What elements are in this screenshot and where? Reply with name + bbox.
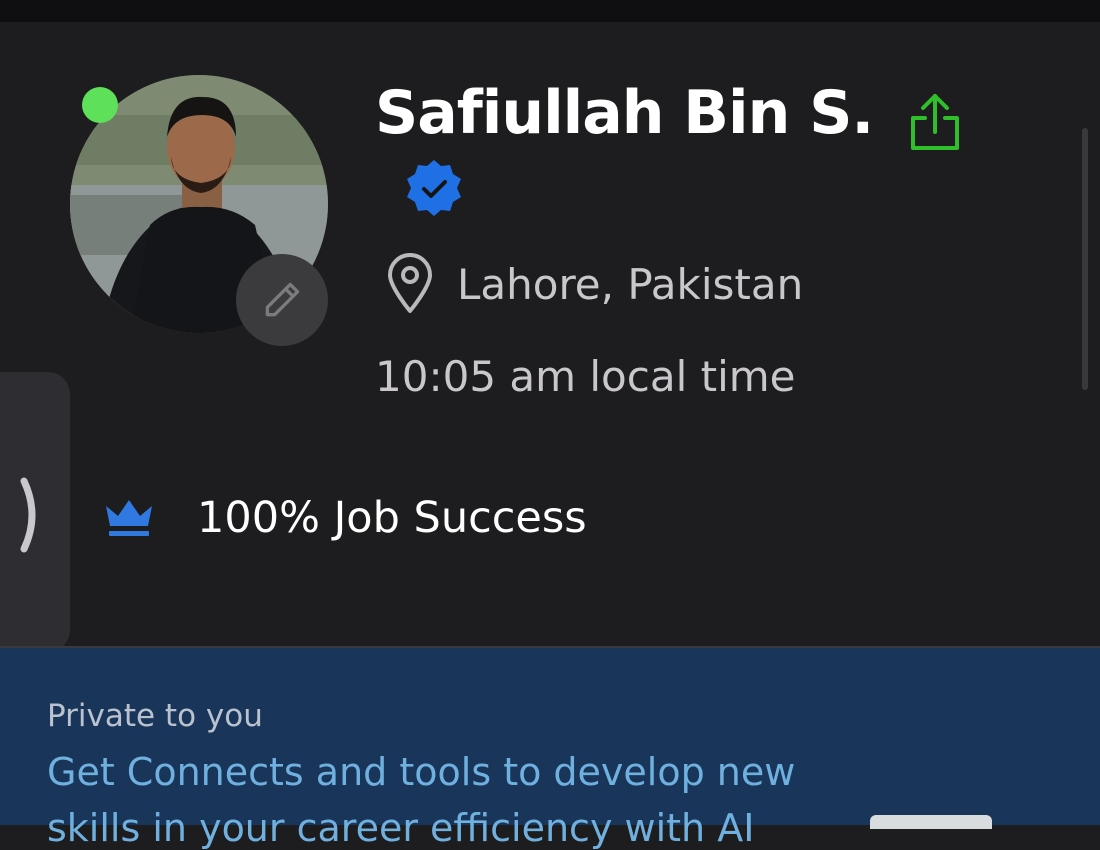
online-status-indicator <box>78 84 118 123</box>
pencil-icon <box>265 282 300 317</box>
share-button[interactable] <box>903 92 967 156</box>
top-strip <box>0 0 1100 22</box>
chevron-right-icon <box>20 477 36 553</box>
connects-link[interactable]: Get Connects and tools to develop new <box>47 750 795 794</box>
scrollbar[interactable] <box>1082 128 1088 390</box>
local-time: 10:05 am local time <box>375 352 796 401</box>
profile-name: Safiullah Bin S. <box>375 78 874 148</box>
edit-photo-button[interactable] <box>236 254 328 346</box>
connects-link-line-2[interactable]: skills in your career efficiency with AI <box>47 806 754 850</box>
cta-button[interactable] <box>870 815 992 829</box>
job-success-row: 100% Job Success <box>103 488 587 548</box>
private-label: Private to you <box>47 698 263 734</box>
location-row: Lahore, Pakistan <box>385 252 803 316</box>
location-text: Lahore, Pakistan <box>457 259 804 309</box>
verified-badge-icon <box>404 158 464 218</box>
location-pin-icon <box>388 253 432 313</box>
share-icon <box>911 94 959 150</box>
crown-icon <box>106 500 152 536</box>
job-success-text: 100% Job Success <box>197 493 587 543</box>
private-panel <box>0 648 1100 825</box>
expand-sidebar-button[interactable] <box>0 372 70 652</box>
